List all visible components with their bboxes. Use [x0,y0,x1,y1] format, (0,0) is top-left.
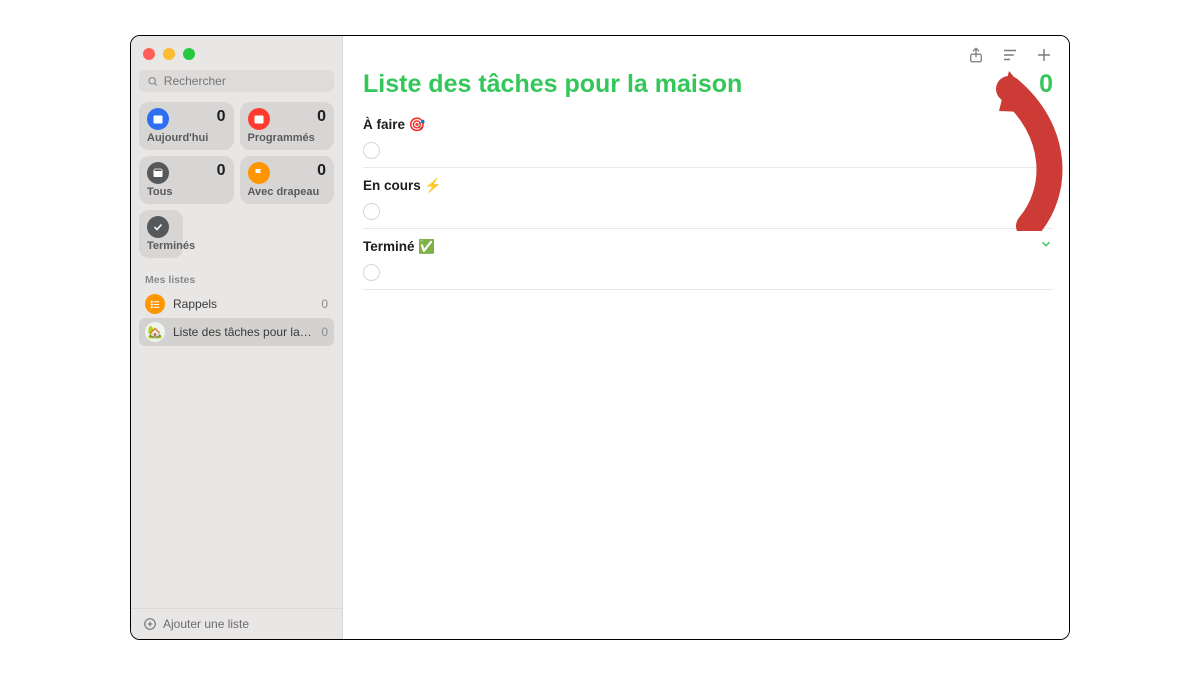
smart-label: Terminés [147,240,175,252]
search-icon [147,75,159,88]
chevron-down-icon [1039,237,1053,256]
smart-list-today[interactable]: 0 Aujourd'hui [139,102,234,150]
empty-reminder-row[interactable] [363,260,1053,283]
smart-label: Tous [147,186,226,198]
view-options-button[interactable] [1001,46,1019,64]
smart-list-flagged[interactable]: 0 Avec drapeau [240,156,335,204]
tray-icon [147,162,169,184]
smart-label: Programmés [248,132,327,144]
close-window-button[interactable] [143,48,155,60]
share-icon [967,46,985,64]
sidebar-list-maison[interactable]: 🏡 Liste des tâches pour la mai… 0 [139,318,334,346]
add-list-label: Ajouter une liste [163,617,249,631]
smart-lists-grid-2: Terminés [139,210,334,258]
reminder-checkbox[interactable] [363,203,380,220]
section-termine: Terminé ✅ [363,231,1053,290]
section-title: À faire 🎯 [363,117,426,133]
section-title: Terminé ✅ [363,239,435,255]
section-header[interactable]: Terminé ✅ [363,231,1053,260]
list-title: Liste des tâches pour la maison [363,70,742,99]
smart-lists-grid: 0 Aujourd'hui 0 Programmés 0 [139,102,334,204]
section-en-cours: En cours ⚡ [363,170,1053,229]
calendar-icon [147,108,169,130]
calendar-icon [248,108,270,130]
section-title: En cours ⚡ [363,178,441,194]
search-input[interactable] [164,74,326,88]
smart-list-scheduled[interactable]: 0 Programmés [240,102,335,150]
section-header[interactable]: En cours ⚡ [363,170,1053,199]
sidebar: 0 Aujourd'hui 0 Programmés 0 [131,36,343,639]
smart-list-all[interactable]: 0 Tous [139,156,234,204]
search-field[interactable] [139,70,334,92]
list-label: Liste des tâches pour la mai… [173,325,313,339]
reminder-checkbox[interactable] [363,264,380,281]
list-count: 0 [321,325,328,339]
chevron-down-icon [1039,115,1053,134]
main-pane: Liste des tâches pour la maison 0 À fair… [343,36,1069,639]
sidebar-list-rappels[interactable]: Rappels 0 [139,290,334,318]
minimize-window-button[interactable] [163,48,175,60]
toolbar [363,46,1053,64]
fullscreen-window-button[interactable] [183,48,195,60]
sidebar-heading-my-lists: Mes listes [139,264,334,290]
plus-icon [1035,46,1053,64]
smart-label: Aujourd'hui [147,132,226,144]
section-header[interactable]: À faire 🎯 [363,109,1053,138]
chevron-down-icon [1039,176,1053,195]
empty-reminder-row[interactable] [363,138,1053,161]
checkmark-icon [147,216,169,238]
smart-count: 0 [317,162,326,180]
smart-count: 0 [217,108,226,126]
emoji-icon: 🏡 [145,322,165,342]
share-button[interactable] [967,46,985,64]
plus-circle-icon [143,617,157,631]
list-count: 0 [321,297,328,311]
empty-reminder-row[interactable] [363,199,1053,222]
smart-count: 0 [217,162,226,180]
reminder-checkbox[interactable] [363,142,380,159]
smart-label: Avec drapeau [248,186,327,198]
list-bullet-icon [145,294,165,314]
smart-count: 0 [317,108,326,126]
list-label: Rappels [173,297,313,311]
section-a-faire: À faire 🎯 [363,109,1053,168]
smart-list-completed[interactable]: Terminés [139,210,183,258]
lines-icon [1001,46,1019,64]
window-controls [139,44,334,70]
flag-icon [248,162,270,184]
app-window: 0 Aujourd'hui 0 Programmés 0 [130,35,1070,640]
list-total-count: 0 [1039,70,1053,99]
add-list-button[interactable]: Ajouter une liste [131,608,342,639]
new-reminder-button[interactable] [1035,46,1053,64]
